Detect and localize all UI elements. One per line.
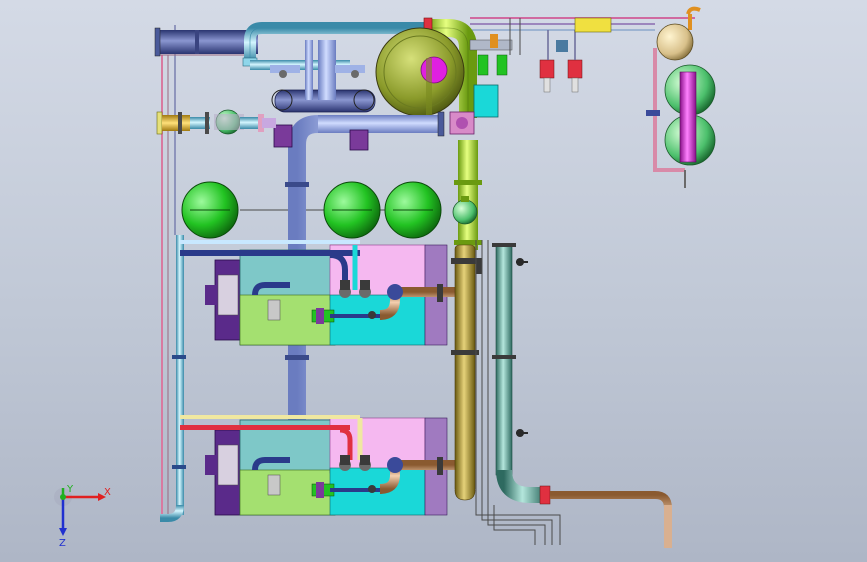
steam-drum[interactable] bbox=[375, 27, 465, 118]
receiver-tank-middle[interactable] bbox=[323, 181, 381, 239]
piping-3d-model[interactable]: X Y Z bbox=[0, 0, 867, 562]
chiller-skid-upper[interactable] bbox=[180, 240, 455, 346]
olive-discharge-header[interactable] bbox=[451, 244, 482, 501]
instrument-box-cyan[interactable] bbox=[473, 84, 499, 118]
triad-z-label: Z bbox=[59, 538, 66, 549]
receiver-tank-left[interactable] bbox=[181, 181, 239, 239]
cad-viewport[interactable]: X Y Z bbox=[0, 0, 867, 562]
riser-valve-magenta[interactable] bbox=[449, 111, 475, 135]
teal-return-line[interactable] bbox=[492, 243, 672, 548]
triad-x-label: X bbox=[104, 487, 111, 498]
triad-y-label: Y bbox=[66, 484, 74, 495]
coordinate-triad: X Y Z bbox=[54, 484, 111, 549]
receiver-tank-right[interactable] bbox=[384, 181, 442, 239]
inlet-valve-assembly-left[interactable] bbox=[156, 109, 264, 135]
separator-assembly-right[interactable] bbox=[646, 23, 716, 188]
inlet-pipe-top-left[interactable] bbox=[154, 27, 258, 57]
chiller-skid-lower[interactable] bbox=[180, 415, 455, 516]
left-cyan-return-line[interactable] bbox=[160, 235, 186, 522]
instrument-cluster-top[interactable] bbox=[469, 17, 612, 93]
header-manifold[interactable] bbox=[270, 40, 376, 113]
